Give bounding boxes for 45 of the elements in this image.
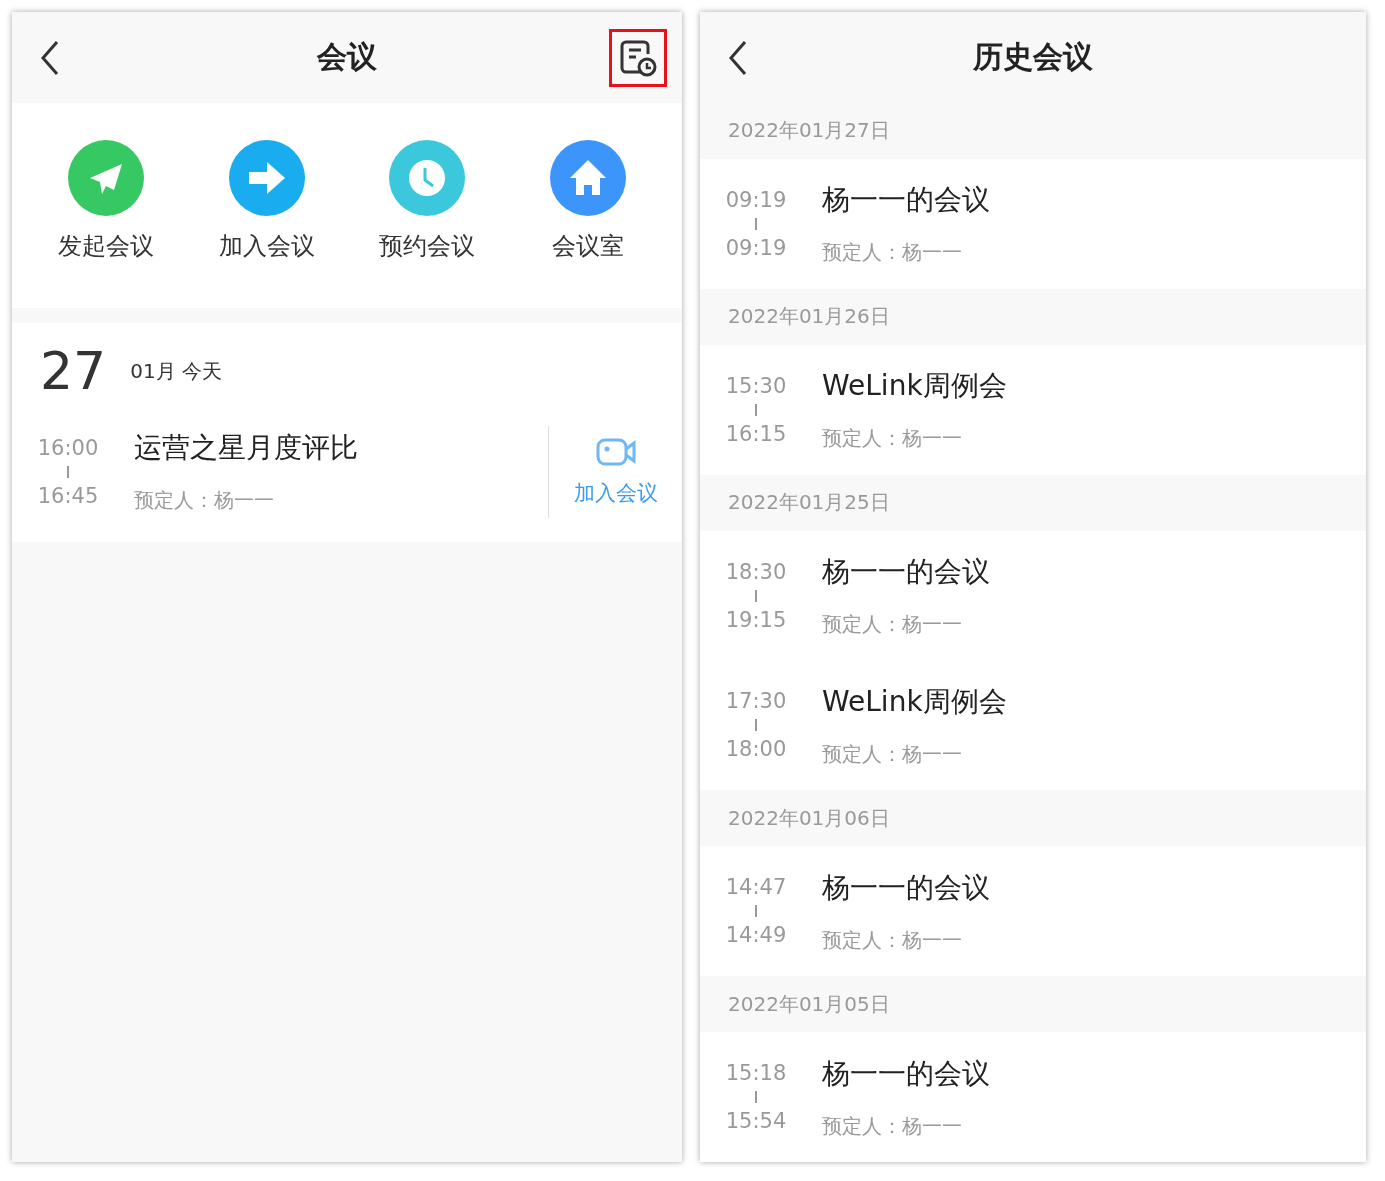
date-header: 2022年01月05日 <box>700 976 1366 1033</box>
history-button[interactable] <box>609 28 667 87</box>
end-time: 16:45 <box>37 483 99 508</box>
meeting-title[interactable]: 杨一一的会议 <box>822 553 1366 592</box>
end-time: 18:00 <box>725 737 787 762</box>
meeting-title[interactable]: 杨一一的会议 <box>822 181 1366 220</box>
screen-title: 会议 <box>316 38 378 76</box>
organizer-label: 预定人：杨一一 <box>134 487 275 514</box>
start-time: 16:00 <box>37 435 99 460</box>
meeting-title[interactable]: 杨一一的会议 <box>822 1054 1366 1093</box>
meeting-title[interactable]: WeLink周例会 <box>822 367 1366 406</box>
end-time: 16:15 <box>725 421 787 446</box>
meeting-title[interactable]: 杨一一的会议 <box>822 868 1366 907</box>
screen-title: 历史会议 <box>972 38 1094 76</box>
date-header: 2022年01月06日 <box>700 790 1366 847</box>
start-time: 15:18 <box>725 1061 787 1086</box>
meeting-title[interactable]: WeLink周例会 <box>822 682 1366 721</box>
organizer-label: 预定人：杨一一 <box>822 611 963 639</box>
start-time: 17:30 <box>725 689 787 714</box>
video-camera-icon <box>595 436 636 467</box>
back-icon[interactable] <box>40 39 60 76</box>
end-time: 19:15 <box>725 607 787 632</box>
action-button[interactable]: 发起会议 <box>26 103 187 308</box>
start-time: 14:47 <box>725 875 787 900</box>
month-label: 01月 今天 <box>130 357 222 385</box>
date-header: 2022年01月26日 <box>700 288 1366 345</box>
date-header: 2022年01月25日 <box>700 474 1366 531</box>
start-time: 15:30 <box>725 373 787 398</box>
meeting-title[interactable]: 运营之星月度评比 <box>134 429 548 467</box>
action-button[interactable]: 会议室 <box>507 103 668 308</box>
organizer-label: 预定人：杨一一 <box>822 1112 963 1140</box>
end-time: 09:19 <box>725 235 787 260</box>
end-time: 14:49 <box>725 923 787 948</box>
day-number: 27 <box>40 341 107 401</box>
organizer-label: 预定人：杨一一 <box>822 740 963 768</box>
date-header: 2022年01月27日 <box>700 103 1366 159</box>
end-time: 15:54 <box>725 1109 787 1134</box>
organizer-label: 预定人：杨一一 <box>822 425 963 453</box>
action-button[interactable]: 预约会议 <box>347 103 508 308</box>
start-time: 18:30 <box>725 559 787 584</box>
back-icon[interactable] <box>728 39 748 76</box>
organizer-label: 预定人：杨一一 <box>822 926 963 954</box>
start-time: 09:19 <box>725 187 787 212</box>
action-button[interactable]: 加入会议 <box>186 103 347 308</box>
organizer-label: 预定人：杨一一 <box>822 239 963 267</box>
